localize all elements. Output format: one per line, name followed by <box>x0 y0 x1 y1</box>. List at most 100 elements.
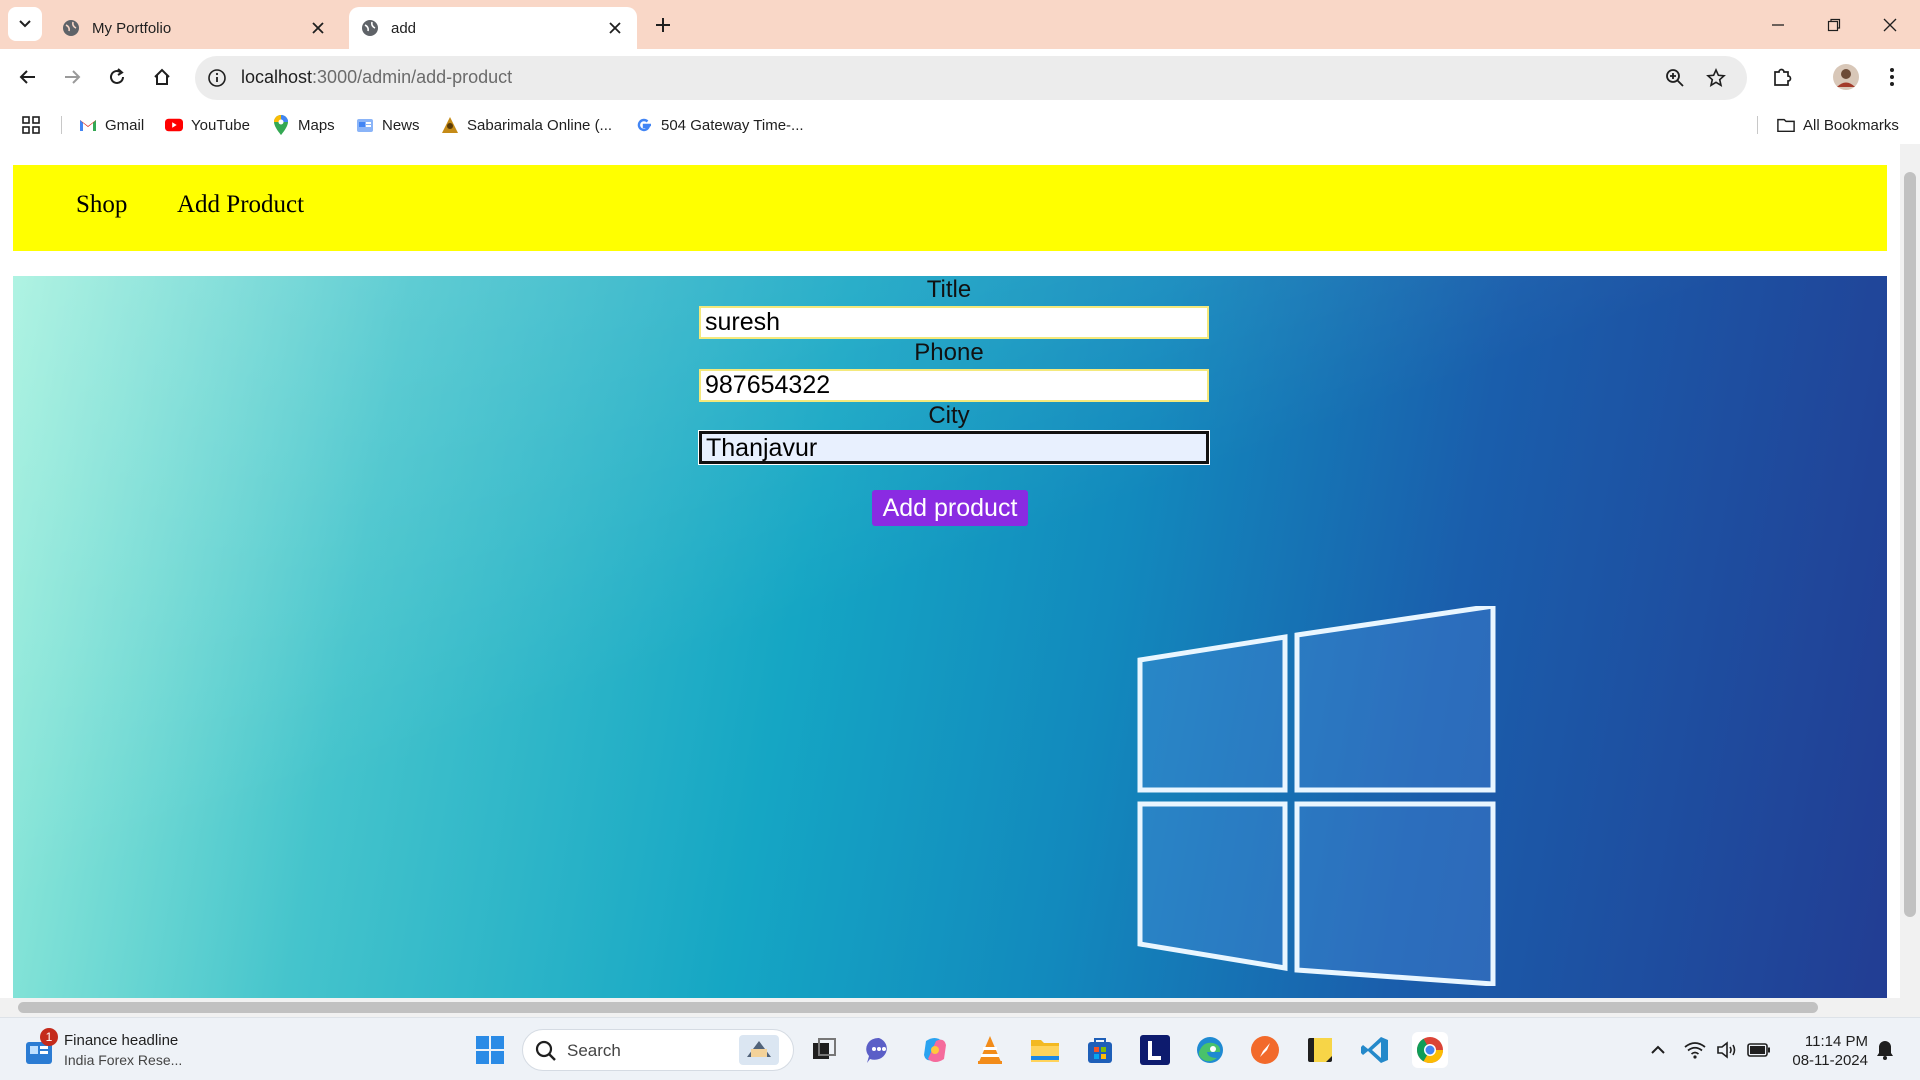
news-subtitle: India Forex Rese... <box>64 1052 183 1068</box>
l-app-icon[interactable] <box>1137 1032 1173 1068</box>
horizontal-scrollbar[interactable] <box>0 998 1900 1017</box>
chevron-up-icon <box>1651 1045 1665 1054</box>
close-tab-icon[interactable] <box>304 14 332 42</box>
compass-app-icon[interactable] <box>1247 1032 1283 1068</box>
tab-my-portfolio[interactable]: My Portfolio <box>50 7 340 49</box>
background-area: Title suresh Phone 987654322 City Thanja… <box>13 276 1887 998</box>
globe-icon <box>62 19 80 37</box>
tab-title: My Portfolio <box>92 19 172 37</box>
title-input[interactable]: suresh <box>699 306 1209 339</box>
clock-date: 08-11-2024 <box>1792 1052 1868 1069</box>
arrow-left-icon <box>19 70 35 84</box>
bookmark-gateway[interactable]: 504 Gateway Time-... <box>635 114 804 136</box>
puzzle-icon <box>1774 68 1792 86</box>
gmail-icon <box>79 116 97 134</box>
microsoft-store-icon[interactable] <box>1082 1032 1118 1068</box>
city-input[interactable]: Thanjavur <box>698 430 1210 465</box>
site-navbar: Shop Add Product <box>13 165 1887 251</box>
bookmark-star-icon[interactable] <box>1702 64 1730 92</box>
browser-toolbar: localhost:3000/admin/add-product <box>0 49 1920 106</box>
nav-link-add-product[interactable]: Add Product <box>177 191 304 219</box>
battery-icon[interactable] <box>1744 1032 1774 1068</box>
site-info-icon[interactable] <box>205 66 229 90</box>
plus-icon <box>656 18 670 32</box>
news-icon <box>356 116 374 134</box>
vscode-icon[interactable] <box>1357 1032 1393 1068</box>
reload-icon <box>110 68 124 84</box>
taskbar-search[interactable]: Search <box>522 1029 794 1071</box>
start-button[interactable] <box>472 1032 508 1068</box>
bookmark-separator <box>1757 116 1758 134</box>
close-window-button[interactable] <box>1862 0 1918 49</box>
chevron-down-icon <box>19 20 31 28</box>
more-vertical-icon <box>1890 68 1894 86</box>
bookmark-label: YouTube <box>191 116 250 134</box>
add-product-button[interactable]: Add product <box>872 490 1028 526</box>
windows-start-icon <box>476 1036 504 1064</box>
bookmark-sabarimala[interactable]: Sabarimala Online (... <box>441 114 612 136</box>
nav-link-shop[interactable]: Shop <box>76 191 127 219</box>
phone-input[interactable]: 987654322 <box>699 369 1209 402</box>
wifi-icon[interactable] <box>1680 1032 1710 1068</box>
volume-icon[interactable] <box>1712 1032 1742 1068</box>
system-clock[interactable]: 11:14 PM 08-11-2024 <box>1776 1032 1868 1070</box>
all-bookmarks-button[interactable]: All Bookmarks <box>1777 114 1899 136</box>
apps-button[interactable] <box>22 114 48 136</box>
bookmark-label: Maps <box>298 116 335 134</box>
bookmark-maps[interactable]: Maps <box>272 114 335 136</box>
news-title: Finance headline <box>64 1032 179 1049</box>
minimize-button[interactable] <box>1750 0 1806 49</box>
copilot-icon[interactable] <box>917 1032 953 1068</box>
bookmark-label: Sabarimala Online (... <box>467 116 613 134</box>
notification-bell-icon[interactable] <box>1870 1032 1900 1068</box>
chrome-icon[interactable] <box>1412 1032 1448 1068</box>
reload-button[interactable] <box>99 59 135 95</box>
google-icon <box>635 116 653 134</box>
new-tab-button[interactable] <box>648 10 678 40</box>
notification-badge: 1 <box>40 1028 58 1046</box>
close-tab-icon[interactable] <box>601 14 629 42</box>
teams-chat-icon[interactable] <box>861 1032 897 1068</box>
city-label: City <box>928 402 970 429</box>
tab-add[interactable]: add <box>349 7 637 49</box>
bookmark-gmail[interactable]: Gmail <box>79 114 144 136</box>
url-text[interactable]: localhost:3000/admin/add-product <box>241 67 512 88</box>
minimize-icon <box>1772 23 1784 26</box>
edge-icon[interactable] <box>1192 1032 1228 1068</box>
youtube-icon <box>165 116 183 134</box>
tab-search-button[interactable] <box>8 7 42 41</box>
windows-logo-image <box>1137 606 1496 986</box>
home-button[interactable] <box>144 59 180 95</box>
restore-button[interactable] <box>1806 0 1862 49</box>
vlc-icon[interactable] <box>972 1032 1008 1068</box>
bookmark-label: Gmail <box>105 116 145 134</box>
show-hidden-icons-button[interactable] <box>1640 1032 1676 1068</box>
task-view-icon[interactable] <box>806 1032 842 1068</box>
sticky-notes-icon[interactable] <box>1302 1032 1338 1068</box>
news-widget[interactable]: 1 Finance headline India Forex Rese... <box>18 1028 198 1072</box>
vertical-scroll-thumb[interactable] <box>1904 172 1916 917</box>
close-icon <box>1883 18 1897 31</box>
extensions-button[interactable] <box>1764 59 1800 95</box>
profile-button[interactable] <box>1828 59 1864 95</box>
screen: My Portfolio add localhost:3000/admin/ad… <box>0 0 1920 1080</box>
zoom-icon[interactable] <box>1661 64 1689 92</box>
avatar <box>1833 64 1859 90</box>
file-explorer-icon[interactable] <box>1027 1032 1063 1068</box>
bookmark-news[interactable]: News <box>356 114 420 136</box>
forward-button[interactable] <box>54 59 90 95</box>
menu-button[interactable] <box>1874 59 1910 95</box>
title-label: Title <box>926 276 972 303</box>
bookmark-separator <box>61 116 62 134</box>
vertical-scrollbar[interactable] <box>1900 144 1920 1017</box>
globe-icon <box>361 19 379 37</box>
phone-label: Phone <box>914 339 984 366</box>
back-button[interactable] <box>10 59 46 95</box>
address-bar[interactable]: localhost:3000/admin/add-product <box>195 56 1747 100</box>
bookmark-label: News <box>382 116 420 134</box>
bookmark-youtube[interactable]: YouTube <box>165 114 250 136</box>
tab-title: add <box>391 19 417 37</box>
search-icon <box>535 1040 556 1061</box>
taskbar: 1 Finance headline India Forex Rese... S… <box>0 1017 1920 1080</box>
horizontal-scroll-thumb[interactable] <box>18 1002 1818 1013</box>
